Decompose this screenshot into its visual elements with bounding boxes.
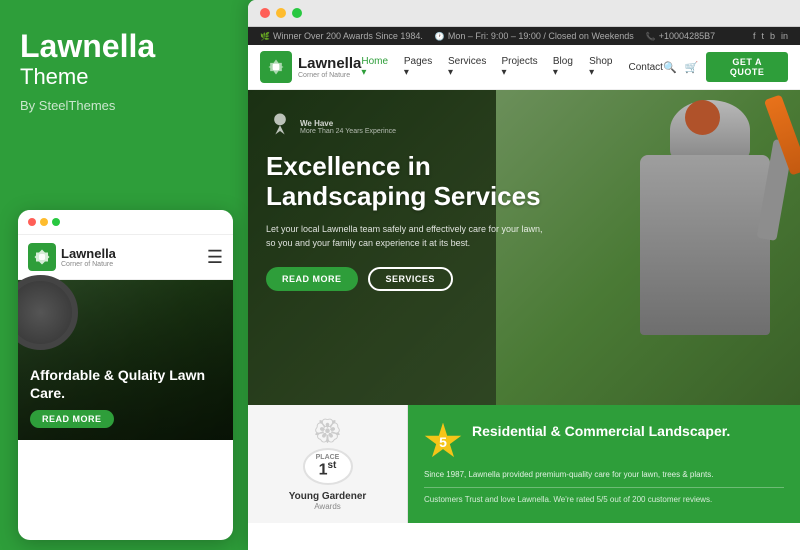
behance-icon[interactable]: b xyxy=(770,31,775,41)
browser-chrome xyxy=(248,0,800,27)
mobile-browser-bar xyxy=(18,210,233,235)
topbar-left: 🌿 Winner Over 200 Awards Since 1984. 🕐 M… xyxy=(260,31,715,41)
mobile-logo-area: Lawnella Corner of Nature xyxy=(28,243,116,271)
promo-title: Residential & Commercial Landscaper. xyxy=(472,423,730,440)
site-bottom: 🏵 PLACE 1st Young Gardener Awards 5 Resi… xyxy=(248,405,800,523)
mobile-logo-text: Lawnella xyxy=(61,246,116,261)
site-logo-icon xyxy=(260,51,292,83)
nav-link-services[interactable]: Services ▾ xyxy=(448,56,492,78)
nav-link-shop[interactable]: Shop ▾ xyxy=(589,56,618,78)
award-subtitle: Awards xyxy=(314,502,341,511)
cart-icon[interactable]: 🛒 xyxy=(685,61,699,74)
mobile-logo-icon xyxy=(28,243,56,271)
hero-content: We Have More Than 24 Years Experince Exc… xyxy=(248,90,800,311)
left-panel: Lawnella Theme By SteelThemes Lawnella xyxy=(0,0,248,550)
hero-buttons: READ MORE SERVICES xyxy=(266,267,782,291)
site-logo-text: Lawnella xyxy=(298,55,361,72)
site-hero: We Have More Than 24 Years Experince Exc… xyxy=(248,90,800,405)
hero-read-more-button[interactable]: READ MORE xyxy=(266,267,358,291)
browser-dot-green xyxy=(292,8,302,18)
award-place-number: 1st xyxy=(319,461,337,478)
topbar-hours: 🕐 Mon – Fri: 9:00 – 19:00 / Closed on We… xyxy=(435,31,634,41)
mobile-hero: Affordable & Qulaity Lawn Care. READ MOR… xyxy=(18,280,233,440)
hero-description: Let your local Lawnella team safely and … xyxy=(266,222,546,251)
promo-top: 5 Residential & Commercial Landscaper. xyxy=(424,423,784,461)
mobile-logo-sub: Corner of Nature xyxy=(61,261,116,268)
promo-desc: Since 1987, Lawnella provided premium-qu… xyxy=(424,469,784,481)
brand-title: Lawnella xyxy=(20,30,228,62)
mobile-mockup: Lawnella Corner of Nature ☰ Affordable &… xyxy=(18,210,233,540)
topbar-award: 🌿 Winner Over 200 Awards Since 1984. xyxy=(260,31,423,41)
star-badge-container: 5 xyxy=(424,423,462,461)
award-card: 🏵 PLACE 1st Young Gardener Awards xyxy=(248,405,408,523)
promo-divider xyxy=(424,487,784,488)
site-topbar: 🌿 Winner Over 200 Awards Since 1984. 🕐 M… xyxy=(248,27,800,45)
leaf-icon: 🌿 xyxy=(260,32,270,41)
brand-by: By SteelThemes xyxy=(20,98,228,113)
site-nav-actions: 🔍 🛒 GET A QUOTE xyxy=(663,52,788,82)
site-nav-links: Home ▾ Pages ▾ Services ▾ Projects ▾ Blo… xyxy=(361,56,663,78)
clock-icon: 🕐 xyxy=(435,32,445,41)
nav-link-blog[interactable]: Blog ▾ xyxy=(553,56,579,78)
browser-dot-red xyxy=(260,8,270,18)
topbar-phone: 📞 +10004285B7 xyxy=(646,31,715,41)
mobile-hero-text: Affordable & Qulaity Lawn Care. READ MOR… xyxy=(30,366,221,428)
promo-review: Customers Trust and love Lawnella. We're… xyxy=(424,494,784,506)
facebook-icon[interactable]: f xyxy=(753,31,756,41)
hero-main-title: Excellence inLandscaping Services xyxy=(266,152,782,212)
nav-link-pages[interactable]: Pages ▾ xyxy=(404,56,438,78)
mobile-dot-red xyxy=(28,218,36,226)
hero-badge: We Have More Than 24 Years Experince xyxy=(266,110,782,144)
phone-icon: 📞 xyxy=(646,32,656,41)
topbar-social: f t b in xyxy=(753,31,788,41)
wreath-icon: 🏵 xyxy=(312,417,342,446)
browser-dot-yellow xyxy=(276,8,286,18)
site-navbar: Lawnella Corner of Nature Home ▾ Pages ▾… xyxy=(248,45,800,90)
award-title: Young Gardener xyxy=(289,491,367,502)
site-logo-sub: Corner of Nature xyxy=(298,72,361,79)
hamburger-icon[interactable]: ☰ xyxy=(207,247,223,268)
get-quote-button[interactable]: GET A QUOTE xyxy=(706,52,788,82)
brand-subtitle: Theme xyxy=(20,64,228,90)
hero-services-button[interactable]: SERVICES xyxy=(368,267,453,291)
mobile-dot-yellow xyxy=(40,218,48,226)
nav-link-home[interactable]: Home ▾ xyxy=(361,56,394,78)
mobile-hero-title: Affordable & Qulaity Lawn Care. xyxy=(30,366,221,402)
star-number: 5 xyxy=(439,435,447,449)
mobile-dot-green xyxy=(52,218,60,226)
award-badge: PLACE 1st xyxy=(303,448,353,485)
mobile-read-more-button[interactable]: READ MORE xyxy=(30,410,114,428)
hero-badge-text: We Have More Than 24 Years Experince xyxy=(300,119,396,135)
nav-link-projects[interactable]: Projects ▾ xyxy=(501,56,542,78)
site-logo-area: Lawnella Corner of Nature xyxy=(260,51,361,83)
main-panel: 🌿 Winner Over 200 Awards Since 1984. 🕐 M… xyxy=(248,0,800,550)
nav-link-contact[interactable]: Contact xyxy=(628,62,662,73)
mobile-navbar: Lawnella Corner of Nature ☰ xyxy=(18,235,233,280)
linkedin-icon[interactable]: in xyxy=(781,31,788,41)
star-icon: 5 xyxy=(424,423,462,461)
hero-badge-sub: More Than 24 Years Experince xyxy=(300,128,396,135)
hero-badge-icon xyxy=(266,110,294,144)
hero-badge-title: We Have xyxy=(300,119,396,128)
promo-card: 5 Residential & Commercial Landscaper. S… xyxy=(408,405,800,523)
search-icon[interactable]: 🔍 xyxy=(663,61,677,74)
twitter-icon[interactable]: t xyxy=(761,31,764,41)
